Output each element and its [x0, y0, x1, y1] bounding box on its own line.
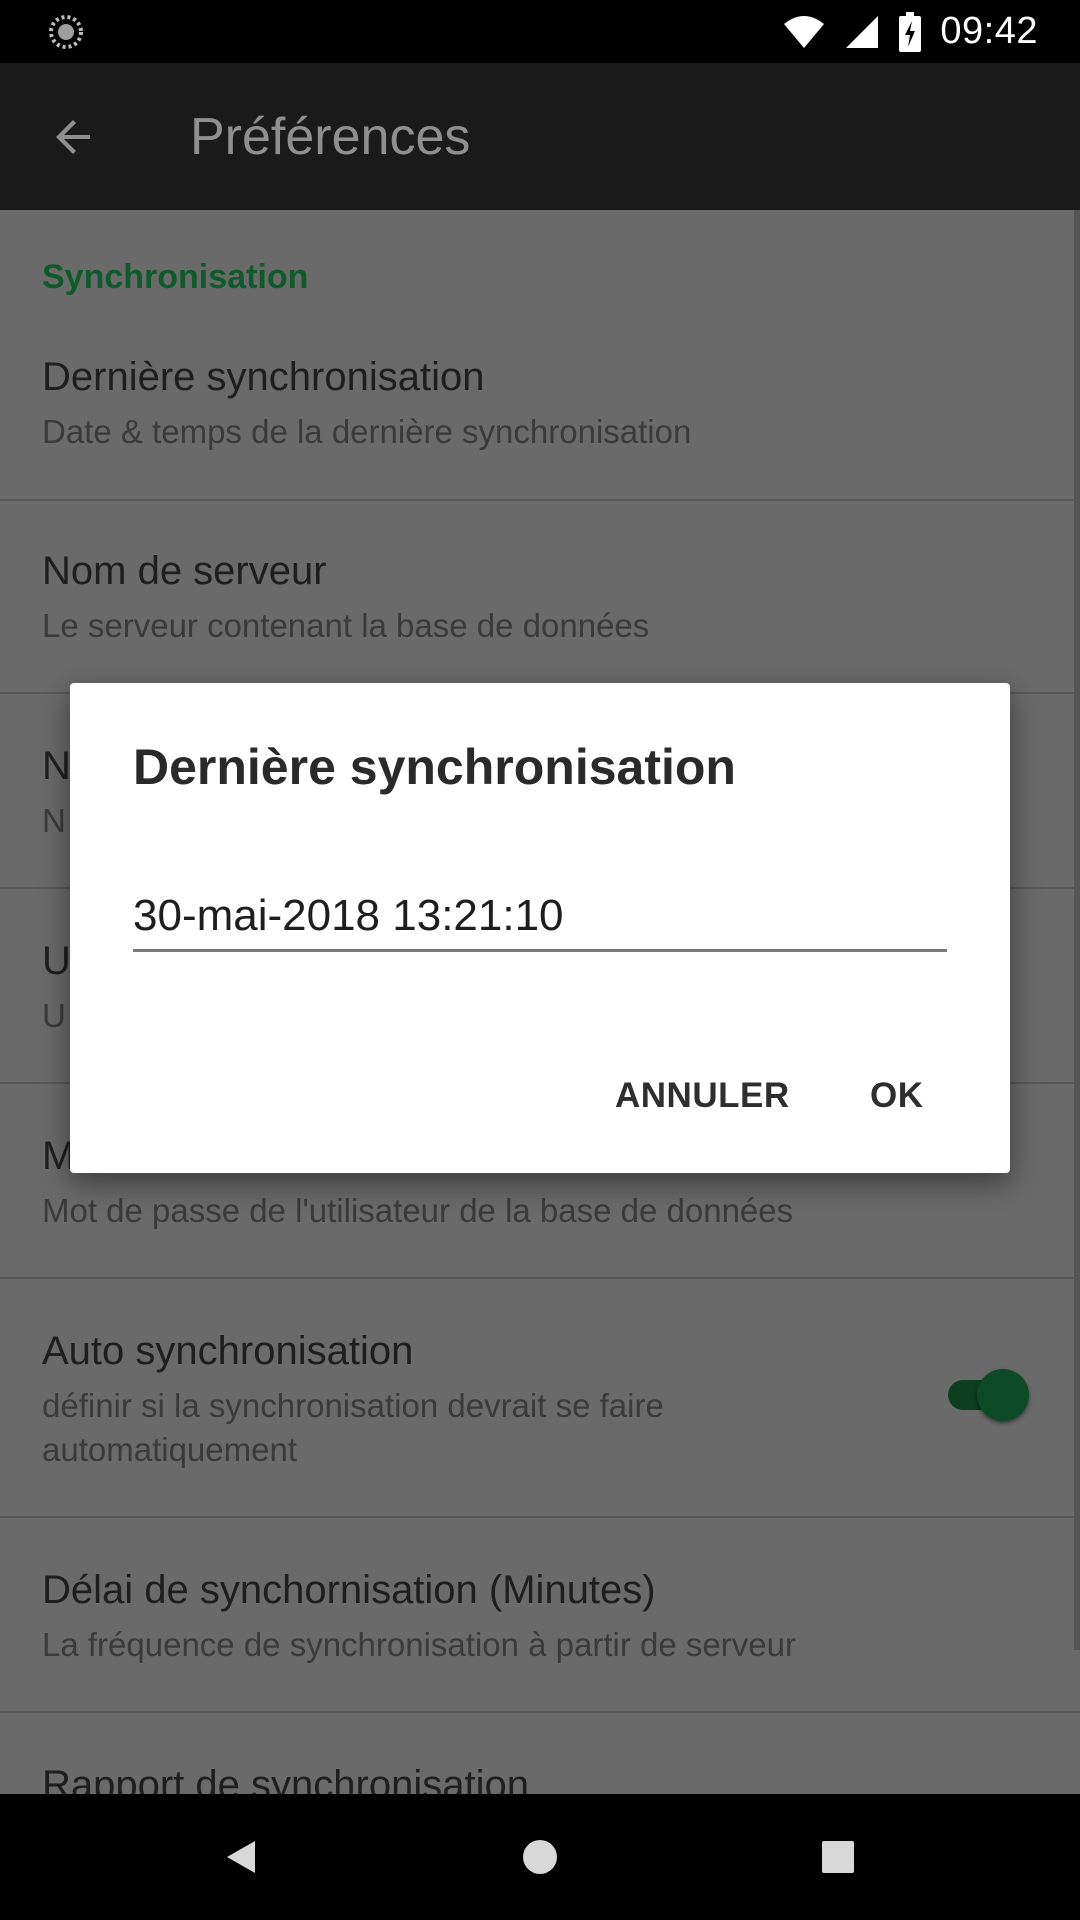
pref-item-server-name[interactable]: Nom de serveur Le serveur contenant la b…	[0, 499, 1080, 694]
ok-button[interactable]: OK	[870, 1076, 924, 1116]
nav-home-button[interactable]	[505, 1822, 575, 1892]
status-icons: 09:42	[782, 0, 1038, 63]
scrollbar[interactable]	[1074, 210, 1080, 1650]
pref-title: Auto synchronisation	[42, 1329, 414, 1373]
pref-summary: Mot de passe de l'utilisateur de la base…	[42, 1192, 794, 1229]
pref-summary: Le serveur contenant la base de données	[42, 607, 650, 644]
pref-summary: Date & temps de la dernière synchronisat…	[42, 413, 692, 450]
status-bar: 09:42	[0, 0, 1080, 63]
back-triangle-icon	[227, 1841, 255, 1873]
pref-item-auto-sync[interactable]: Auto synchronisation définir si la synch…	[0, 1279, 1080, 1518]
cancel-button[interactable]: ANNULER	[615, 1076, 790, 1116]
loading-spinner-icon	[49, 15, 83, 49]
pref-title: Rapport de synchronisation	[42, 1763, 529, 1794]
pref-summary: automatiquement	[42, 1431, 297, 1468]
pref-item-last-sync[interactable]: Dernière synchronisation Date & temps de…	[0, 210, 1080, 501]
home-circle-icon	[523, 1840, 557, 1874]
dialog-title: Dernière synchronisation	[133, 739, 736, 795]
last-sync-input[interactable]	[133, 883, 947, 952]
battery-charging-icon	[899, 11, 922, 52]
signal-icon	[846, 15, 879, 48]
pref-title: Délai de synchornisation (Minutes)	[42, 1568, 656, 1612]
pref-summary: La fréquence de synchronisation à partir…	[42, 1626, 796, 1663]
pref-title: N	[42, 744, 71, 788]
pref-title: Dernière synchronisation	[42, 355, 485, 399]
pref-item-sync-report[interactable]: Rapport de synchronisation	[0, 1713, 1080, 1794]
recents-square-icon	[822, 1841, 854, 1873]
nav-back-button[interactable]	[206, 1822, 276, 1892]
pref-summary: N	[42, 802, 66, 839]
back-button[interactable]	[40, 103, 108, 171]
auto-sync-toggle-thumb[interactable]	[977, 1369, 1029, 1421]
status-time: 09:42	[940, 10, 1038, 52]
pref-summary: U	[42, 997, 66, 1034]
pref-summary: définir si la synchronisation devrait se…	[42, 1387, 664, 1424]
navigation-bar	[0, 1794, 1080, 1920]
wifi-icon	[784, 15, 825, 48]
arrow-back-icon	[56, 120, 90, 154]
app-bar: Préférences	[0, 63, 1080, 210]
pref-title: Nom de serveur	[42, 549, 327, 593]
nav-recents-button[interactable]	[803, 1822, 873, 1892]
edit-text-dialog: Dernière synchronisation ANNULER OK	[70, 683, 1010, 1173]
page-title: Préférences	[190, 108, 471, 166]
pref-item-sync-delay[interactable]: Délai de synchornisation (Minutes) La fr…	[0, 1518, 1080, 1713]
pref-title: U	[42, 939, 71, 983]
